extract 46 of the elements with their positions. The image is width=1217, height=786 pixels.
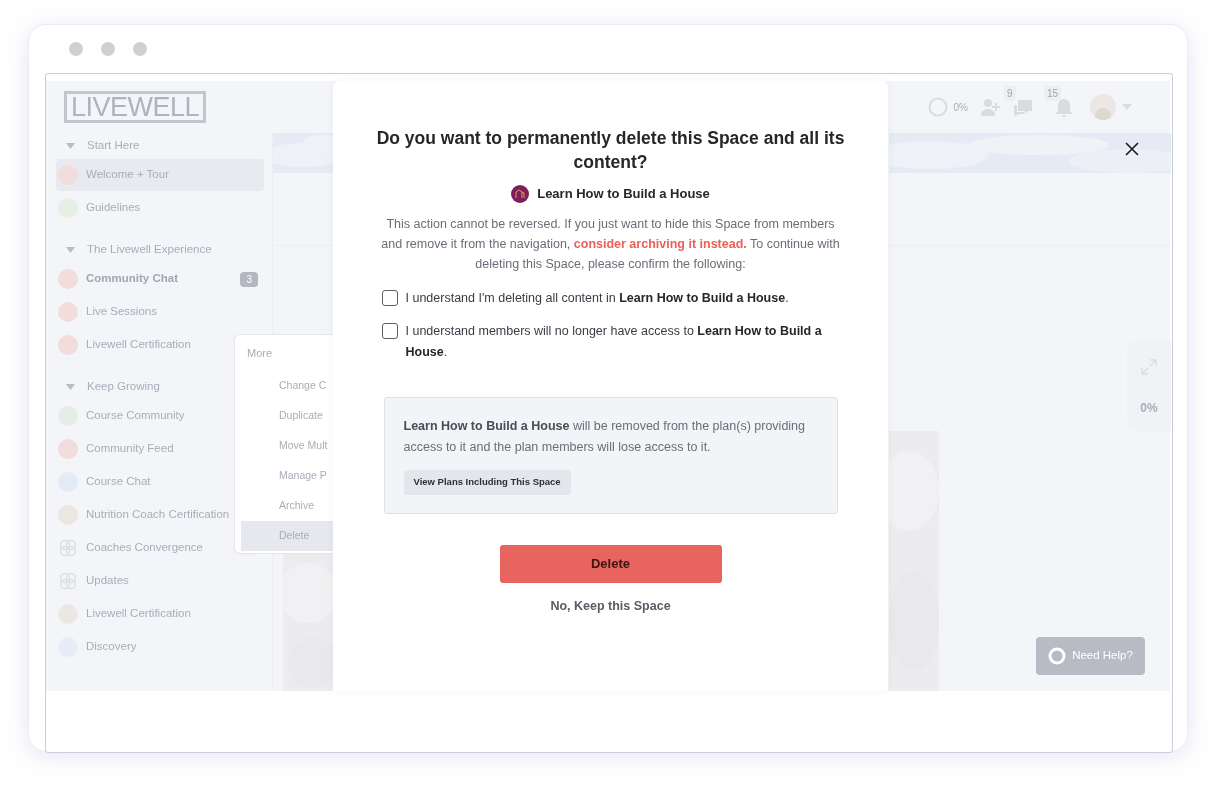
space-name: Learn How to Build a House <box>537 185 710 203</box>
clover-icon <box>58 571 78 591</box>
archive-link[interactable]: consider archiving it instead. <box>573 236 747 251</box>
sidebar-item[interactable]: Nutrition Coach Certification <box>56 499 242 531</box>
keep-space-link[interactable]: No, Keep this Space <box>550 596 671 616</box>
section-header[interactable]: The Livewell Experience <box>56 238 212 262</box>
info-text: Learn How to Build a House will be removed from the plan(s) providing access to it and the plan members will lose access to it. <box>403 417 807 456</box>
sidebar-item[interactable]: Welcome + Tour <box>56 159 264 191</box>
sidebar-item[interactable]: Live Sessions <box>56 296 242 328</box>
add-user-icon <box>980 97 1000 117</box>
close-icon <box>1125 142 1139 156</box>
bell-icon <box>1054 98 1074 118</box>
count-badge: 3 <box>240 271 258 287</box>
description-text: This action cannot be reversed. If you just want to hide this Space from members and remove it from the navigation, consider archiving it instead. To continue with deleting this Space, please confirm the following: <box>380 215 841 273</box>
sidebar-item[interactable]: Community Feed <box>56 433 242 465</box>
section-header[interactable]: Start Here <box>56 134 140 158</box>
sidebar-item[interactable]: Course Community <box>56 400 242 432</box>
progress-ring-icon <box>927 97 948 117</box>
checkbox[interactable] <box>381 289 398 306</box>
help-button[interactable]: Need Help? <box>1036 637 1145 675</box>
checkbox[interactable] <box>381 322 398 339</box>
menu-item[interactable]: Delete <box>241 521 333 551</box>
chat-icon <box>1012 98 1034 118</box>
section-header[interactable]: Keep Growing <box>56 375 160 399</box>
sidebar-item[interactable]: Course Chat <box>56 466 242 498</box>
modal-title: Do you want to permanently delete this Space and all its content? <box>375 127 846 174</box>
progress-text: 0% <box>953 100 968 115</box>
checkbox-label: I understand I'm deleting all content in Learn How to Build a House. <box>405 289 789 307</box>
clover-icon <box>58 538 78 558</box>
logo[interactable]: LIVEWELL <box>64 91 207 123</box>
view-plans-button[interactable]: View Plans Including This Space <box>403 469 571 495</box>
sidebar-item[interactable]: Community Chat 3 <box>56 263 264 295</box>
sidebar-item[interactable]: Livewell Certification <box>56 598 242 630</box>
sidebar-item[interactable]: Livewell Certification <box>56 329 242 361</box>
checkbox-label: I understand members will no longer have access to Learn How to Build a House. <box>405 322 823 361</box>
sidebar-item[interactable]: Discovery <box>56 631 242 663</box>
count-badge: 9 <box>1004 86 1016 101</box>
sidebar-item[interactable]: Updates <box>56 565 242 597</box>
lifebuoy-icon <box>1048 647 1067 665</box>
delete-button[interactable]: Delete <box>499 544 722 583</box>
space-icon <box>511 184 530 203</box>
sidebar-item[interactable]: Guidelines <box>56 192 242 224</box>
progress-text: 0% <box>1140 400 1158 417</box>
caret-down-icon <box>1122 104 1132 110</box>
menu-title: More <box>246 346 274 361</box>
count-badge: 15 <box>1044 86 1062 101</box>
